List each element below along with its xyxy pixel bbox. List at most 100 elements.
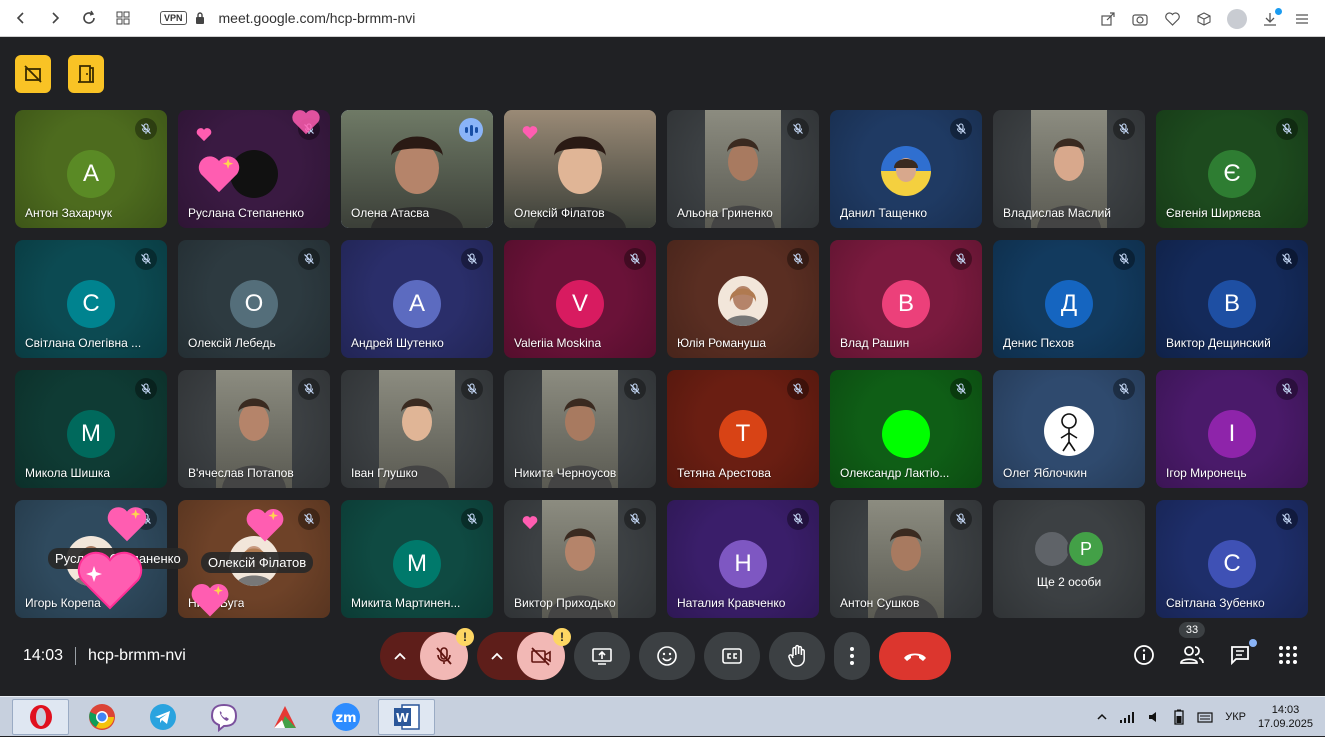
participant-tile[interactable]: Олена Атасва <box>341 110 493 228</box>
participant-tile[interactable]: Олександр Лактіо... <box>830 370 982 488</box>
avatar: Т <box>719 410 767 458</box>
present-icon <box>592 648 612 665</box>
back-icon[interactable] <box>10 7 32 29</box>
taskbar-clock[interactable]: 14:03 17.09.2025 <box>1258 703 1313 731</box>
participant-tile[interactable]: Олег Яблочкин <box>993 370 1145 488</box>
people-icon <box>1180 646 1204 664</box>
participant-tile[interactable]: Є Євгенія Ширяєва <box>1156 110 1308 228</box>
mic-off-icon <box>1276 118 1298 140</box>
vpn-badge[interactable]: VPN <box>160 11 187 25</box>
participant-tile[interactable]: В Виктор Дещинский <box>1156 240 1308 358</box>
breakout-room-button[interactable] <box>68 55 104 93</box>
menu-icon[interactable] <box>1293 10 1311 28</box>
present-screen-button[interactable] <box>574 632 630 680</box>
mic-off-icon <box>787 508 809 530</box>
participant-tile[interactable]: В'ячеслав Потапов <box>178 370 330 488</box>
mic-off-icon <box>135 118 157 140</box>
heart-bookmark-icon[interactable] <box>1163 10 1181 28</box>
taskbar-telegram[interactable] <box>134 699 191 735</box>
camera-control-group: ! <box>477 628 571 680</box>
mic-off-icon <box>624 378 646 400</box>
activities-button[interactable] <box>1275 642 1301 668</box>
participant-tile[interactable]: І Ігор Миронець <box>1156 370 1308 488</box>
no-captions-toggle-button[interactable] <box>15 55 51 93</box>
divider <box>75 647 77 665</box>
avatar: В <box>882 280 930 328</box>
participant-tile[interactable]: Юлія Романуша <box>667 240 819 358</box>
mic-off-icon <box>950 248 972 270</box>
participant-tile[interactable]: Альона Гриненко <box>667 110 819 228</box>
avatar <box>1044 406 1094 456</box>
volume-icon[interactable] <box>1147 710 1161 724</box>
heart-reaction-icon <box>522 126 538 140</box>
people-button[interactable]: 33 <box>1178 622 1206 668</box>
participant-tile[interactable]: М Микола Шишка <box>15 370 167 488</box>
avatar: Р <box>1067 530 1105 568</box>
network-icon[interactable] <box>1119 711 1135 723</box>
reload-icon[interactable] <box>78 7 100 29</box>
participant-tile[interactable]: О Олексій Лебедь <box>178 240 330 358</box>
cube-icon[interactable] <box>1195 10 1213 28</box>
avatar: С <box>1208 540 1256 588</box>
leave-call-button[interactable] <box>879 632 951 680</box>
participant-tile[interactable]: Владислав Маслий <box>993 110 1145 228</box>
participant-tile[interactable]: V Valeriia Moskina <box>504 240 656 358</box>
show-hidden-icons-icon[interactable] <box>1097 713 1107 721</box>
mic-off-icon <box>1276 508 1298 530</box>
participant-tile[interactable]: Д Денис Пєхов <box>993 240 1145 358</box>
call-controls: ! ! <box>380 628 951 680</box>
taskbar-viber[interactable] <box>195 699 252 735</box>
participant-tile[interactable]: А Антон Захарчук <box>15 110 167 228</box>
participant-tile[interactable]: Т Тетяна Арестова <box>667 370 819 488</box>
keyboard-language[interactable]: УКР <box>1225 711 1246 723</box>
participant-tile[interactable]: Никита Черноусов <box>504 370 656 488</box>
meeting-details-button[interactable] <box>1131 642 1157 668</box>
participant-tile[interactable]: Іван Глушко <box>341 370 493 488</box>
participant-tile[interactable]: В Влад Рашин <box>830 240 982 358</box>
participant-tile[interactable]: Антон Сушков <box>830 500 982 618</box>
participant-tile[interactable]: С Світлана Зубенко <box>1156 500 1308 618</box>
avatar <box>881 146 931 196</box>
share-icon[interactable] <box>1099 10 1117 28</box>
taskbar-opera[interactable] <box>12 699 69 735</box>
participant-tile[interactable]: А Андрей Шутенко <box>341 240 493 358</box>
tabs-grid-icon[interactable] <box>112 7 134 29</box>
avatar: А <box>67 150 115 198</box>
raise-hand-button[interactable] <box>769 632 825 680</box>
meeting-time: 14:03 <box>23 647 64 664</box>
participant-tile[interactable]: Р Ще 2 особи <box>993 500 1145 618</box>
keyboard-icon[interactable] <box>1197 710 1213 724</box>
participant-tile[interactable]: М Микита Мартинен... <box>341 500 493 618</box>
audio-options-button[interactable] <box>380 632 420 680</box>
download-icon[interactable] <box>1261 7 1282 28</box>
hand-icon <box>788 644 805 667</box>
battery-icon[interactable] <box>1173 709 1185 725</box>
taskbar-chrome[interactable] <box>73 699 130 735</box>
warning-badge: ! <box>553 628 571 646</box>
participant-tile[interactable]: Н Наталия Кравченко <box>667 500 819 618</box>
more-options-button[interactable] <box>834 632 870 680</box>
svg-text:W: W <box>395 711 408 725</box>
participant-tile[interactable]: С Світлана Олегівна ... <box>15 240 167 358</box>
avatar: В <box>1208 280 1256 328</box>
chat-button[interactable] <box>1227 639 1257 668</box>
mic-off-icon <box>1276 378 1298 400</box>
participant-name: Данил Тащенко <box>840 206 928 220</box>
participant-tile[interactable]: Данил Тащенко <box>830 110 982 228</box>
reactions-button[interactable] <box>639 632 695 680</box>
video-options-button[interactable] <box>477 632 517 680</box>
taskbar-app-colors[interactable] <box>256 699 313 735</box>
participant-name: Руслана Степаненко <box>188 206 305 220</box>
heart-reaction-icon <box>196 128 212 142</box>
captions-button[interactable] <box>704 632 760 680</box>
forward-icon[interactable] <box>44 7 66 29</box>
avatar: Д <box>1045 280 1093 328</box>
address-bar[interactable]: meet.google.com/hcp-brmm-nvi <box>219 10 416 26</box>
taskbar-word[interactable]: W <box>378 699 435 735</box>
mic-off-icon <box>950 508 972 530</box>
participant-name: Альона Гриненко <box>677 206 773 220</box>
camera-icon[interactable] <box>1131 10 1149 28</box>
zoom-icon: zm <box>331 703 360 731</box>
taskbar-zoom[interactable]: zm <box>317 699 374 735</box>
profile-avatar[interactable] <box>1227 8 1247 29</box>
